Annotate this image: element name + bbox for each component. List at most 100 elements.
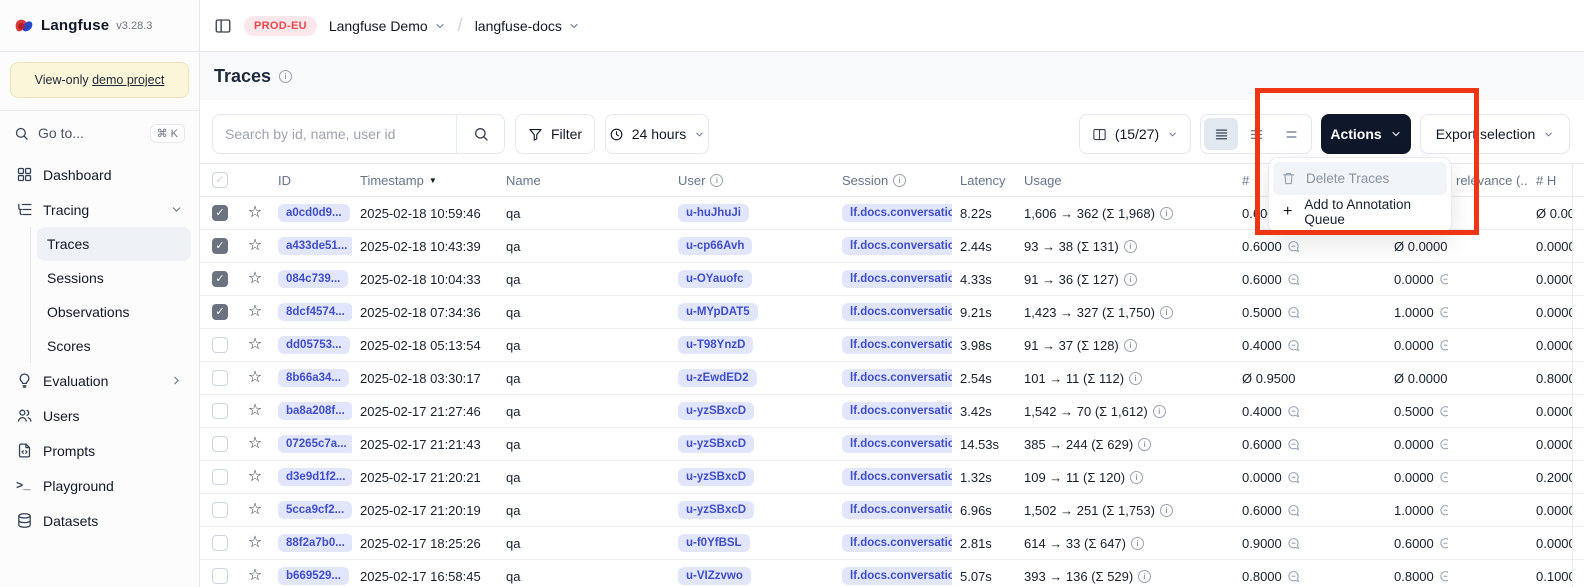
table-row[interactable]: ✓ ☆ a433de51... 2025-02-18 10:43:39 qa u…: [200, 230, 1584, 263]
row-checkbox[interactable]: ✓: [212, 304, 228, 320]
header-session[interactable]: Sessioni: [834, 173, 952, 188]
header-latency[interactable]: Latency: [952, 173, 1016, 188]
search-submit-button[interactable]: [456, 115, 504, 153]
row-checkbox[interactable]: ✓: [212, 535, 228, 551]
sidebar-item-users[interactable]: Users: [8, 398, 191, 433]
session-badge[interactable]: lf.docs.conversation...: [842, 435, 952, 453]
panel-left-icon[interactable]: [214, 17, 232, 35]
trace-id-badge[interactable]: 8b66a34...: [278, 369, 349, 387]
header-name[interactable]: Name: [498, 173, 670, 188]
row-checkbox[interactable]: ✓: [212, 469, 228, 485]
trace-id-badge[interactable]: d3e9d1f2...: [278, 468, 352, 486]
session-badge[interactable]: lf.docs.conversation...: [842, 237, 952, 255]
trace-id-badge[interactable]: b669529...: [278, 567, 349, 585]
table-row[interactable]: ✓ ☆ b669529... 2025-02-17 16:58:45 qa u-…: [200, 560, 1584, 587]
row-height-large-button[interactable]: [1274, 118, 1308, 150]
bookmark-star-icon[interactable]: ☆: [248, 304, 262, 320]
row-height-medium-button[interactable]: [1239, 118, 1273, 150]
sidebar-item-prompts[interactable]: Prompts: [8, 433, 191, 468]
table-row[interactable]: ✓ ☆ d3e9d1f2... 2025-02-17 21:20:21 qa u…: [200, 461, 1584, 494]
bookmark-star-icon[interactable]: ☆: [248, 238, 262, 254]
sidebar-item-scores[interactable]: Scores: [37, 329, 191, 363]
user-badge[interactable]: u-zEwdED2: [678, 369, 757, 387]
menu-item-delete-traces[interactable]: Delete Traces: [1273, 162, 1447, 195]
user-badge[interactable]: u-cp66Avh: [678, 237, 752, 255]
sidebar-item-observations[interactable]: Observations: [37, 295, 191, 329]
trace-id-badge[interactable]: a433de51...: [278, 237, 352, 255]
user-badge[interactable]: u-yzSBxcD: [678, 501, 754, 519]
sidebar-item-evaluation[interactable]: Evaluation: [8, 363, 191, 398]
row-checkbox[interactable]: ✓: [212, 403, 228, 419]
table-row[interactable]: ✓ ☆ 88f2a7b0... 2025-02-17 18:25:26 qa u…: [200, 527, 1584, 560]
org-switcher[interactable]: Langfuse Demo: [329, 18, 446, 34]
goto-search[interactable]: Go to... ⌘ K: [0, 111, 199, 155]
project-switcher[interactable]: langfuse-docs: [475, 18, 580, 34]
session-badge[interactable]: lf.docs.conversation...: [842, 501, 952, 519]
column-visibility-button[interactable]: (15/27): [1079, 114, 1191, 154]
export-selection-button[interactable]: Export selection: [1420, 114, 1570, 154]
trace-id-badge[interactable]: 084c739...: [278, 270, 348, 288]
user-badge[interactable]: u-OYauofc: [678, 270, 752, 288]
trace-id-badge[interactable]: 8dcf4574...: [278, 303, 352, 321]
trace-id-badge[interactable]: dd05753...: [278, 336, 350, 354]
row-checkbox[interactable]: ✓: [212, 436, 228, 452]
header-relevance[interactable]: relevance (...: [1448, 173, 1528, 188]
bookmark-star-icon[interactable]: ☆: [248, 205, 262, 221]
table-row[interactable]: ✓ ☆ 8dcf4574... 2025-02-18 07:34:36 qa u…: [200, 296, 1584, 329]
trace-id-badge[interactable]: 07265c7a...: [278, 435, 352, 453]
user-badge[interactable]: u-T98YnzD: [678, 336, 753, 354]
row-checkbox[interactable]: ✓: [212, 568, 228, 584]
trace-id-badge[interactable]: a0cd0d9...: [278, 204, 350, 222]
header-hash[interactable]: # H: [1528, 173, 1572, 188]
demo-project-link[interactable]: demo project: [92, 73, 164, 87]
select-all-checkbox[interactable]: ✓: [212, 172, 228, 188]
trace-id-badge[interactable]: ba8a208f...: [278, 402, 352, 420]
sidebar-item-sessions[interactable]: Sessions: [37, 261, 191, 295]
table-row[interactable]: ✓ ☆ 084c739... 2025-02-18 10:04:33 qa u-…: [200, 263, 1584, 296]
table-row[interactable]: ✓ ☆ 8b66a34... 2025-02-18 03:30:17 qa u-…: [200, 362, 1584, 395]
user-badge[interactable]: u-MYpDAT5: [678, 303, 758, 321]
session-badge[interactable]: lf.docs.conversation...: [842, 402, 952, 420]
bookmark-star-icon[interactable]: ☆: [248, 337, 262, 353]
row-checkbox[interactable]: ✓: [212, 370, 228, 386]
session-badge[interactable]: lf.docs.conversation...: [842, 468, 952, 486]
filter-button[interactable]: Filter: [515, 114, 595, 154]
bookmark-star-icon[interactable]: ☆: [248, 271, 262, 287]
bookmark-star-icon[interactable]: ☆: [248, 403, 262, 419]
header-timestamp[interactable]: Timestamp▼: [352, 173, 498, 188]
header-id[interactable]: ID: [270, 173, 352, 188]
session-badge[interactable]: lf.docs.conversation...: [842, 336, 952, 354]
bookmark-star-icon[interactable]: ☆: [248, 436, 262, 452]
sidebar-item-playground[interactable]: >_ Playground: [8, 468, 191, 503]
bookmark-star-icon[interactable]: ☆: [248, 568, 262, 584]
table-row[interactable]: ✓ ☆ dd05753... 2025-02-18 05:13:54 qa u-…: [200, 329, 1584, 362]
menu-item-add-to-annotation-queue[interactable]: + Add to Annotation Queue: [1273, 195, 1447, 228]
row-checkbox[interactable]: ✓: [212, 337, 228, 353]
row-checkbox[interactable]: ✓: [212, 205, 228, 221]
row-height-small-button[interactable]: [1204, 118, 1238, 150]
session-badge[interactable]: lf.docs.conversation...: [842, 369, 952, 387]
row-checkbox[interactable]: ✓: [212, 271, 228, 287]
time-range-button[interactable]: 24 hours: [605, 114, 709, 154]
bookmark-star-icon[interactable]: ☆: [248, 370, 262, 386]
header-usage[interactable]: Usage: [1016, 173, 1234, 188]
sidebar-item-datasets[interactable]: Datasets: [8, 503, 191, 538]
session-badge[interactable]: lf.docs.conversation...: [842, 204, 952, 222]
search-input[interactable]: [213, 126, 456, 142]
bookmark-star-icon[interactable]: ☆: [248, 469, 262, 485]
trace-id-badge[interactable]: 5cca9cf2...: [278, 501, 352, 519]
row-checkbox[interactable]: ✓: [212, 502, 228, 518]
bookmark-star-icon[interactable]: ☆: [248, 535, 262, 551]
user-badge[interactable]: u-f0YfBSL: [678, 534, 750, 552]
table-row[interactable]: ✓ ☆ ba8a208f... 2025-02-17 21:27:46 qa u…: [200, 395, 1584, 428]
header-user[interactable]: Useri: [670, 173, 834, 188]
sidebar-item-dashboard[interactable]: Dashboard: [8, 157, 191, 192]
session-badge[interactable]: lf.docs.conversation...: [842, 534, 952, 552]
table-row[interactable]: ✓ ☆ 5cca9cf2... 2025-02-17 21:20:19 qa u…: [200, 494, 1584, 527]
user-badge[interactable]: u-huJhuJi: [678, 204, 749, 222]
bookmark-star-icon[interactable]: ☆: [248, 502, 262, 518]
sidebar-item-tracing[interactable]: Tracing: [8, 192, 191, 227]
sidebar-item-traces[interactable]: Traces: [37, 227, 191, 261]
user-badge[interactable]: u-yzSBxcD: [678, 435, 754, 453]
session-badge[interactable]: lf.docs.conversation...: [842, 303, 952, 321]
